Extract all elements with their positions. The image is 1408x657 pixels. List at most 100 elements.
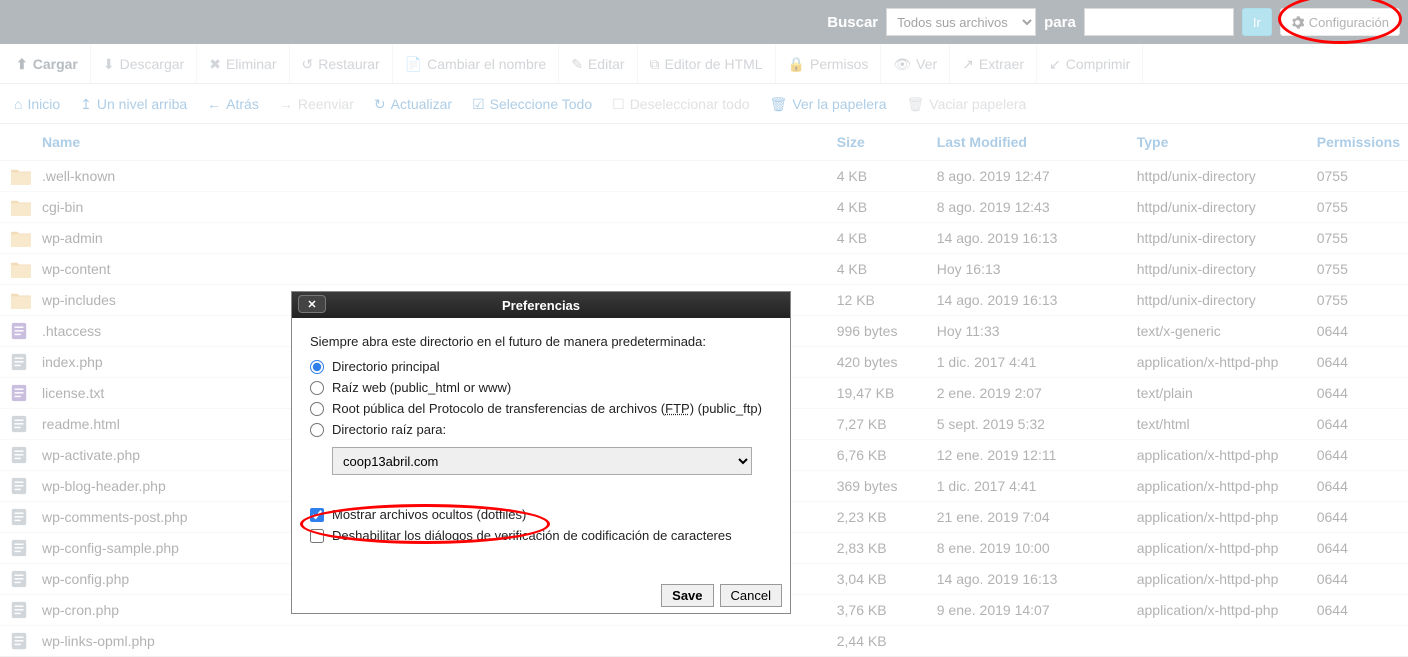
table-row[interactable]: cgi-bin4 KB8 ago. 2019 12:43httpd/unix-d… <box>0 192 1408 223</box>
view-trash-button[interactable]: 🗑Ver la papelera <box>760 84 897 123</box>
edit-button[interactable]: ✎Editar <box>559 44 637 83</box>
cancel-button[interactable]: Cancel <box>720 584 782 607</box>
compress-button[interactable]: ↙Comprimir <box>1037 44 1143 83</box>
file-icon <box>10 446 32 464</box>
col-permissions[interactable]: Permissions <box>1305 124 1408 161</box>
file-icon <box>10 415 32 433</box>
file-name: .htaccess <box>42 323 101 339</box>
dialog-title-bar: ✕ Preferencias <box>292 292 790 318</box>
go-button[interactable]: Ir <box>1242 8 1272 36</box>
file-size: 12 KB <box>825 285 925 316</box>
file-size: 369 bytes <box>825 471 925 502</box>
for-label: para <box>1044 14 1076 31</box>
trash-icon: 🗑 <box>907 97 925 111</box>
reload-icon: ↻ <box>374 97 386 111</box>
upload-button[interactable]: ⬆Cargar <box>4 44 91 83</box>
settings-button[interactable]: Configuración <box>1280 8 1400 36</box>
rename-icon: 📄 <box>405 57 422 71</box>
settings-label: Configuración <box>1309 15 1389 30</box>
reload-button[interactable]: ↻Actualizar <box>364 84 462 123</box>
show-hidden-checkbox[interactable] <box>310 508 324 522</box>
permissions-button[interactable]: 🔒Permisos <box>776 44 882 83</box>
col-name[interactable]: Name <box>0 124 825 161</box>
back-button[interactable]: ←Atrás <box>197 84 269 123</box>
file-icon <box>10 632 32 650</box>
file-perm: 0755 <box>1305 161 1408 192</box>
search-input[interactable] <box>1084 8 1234 36</box>
file-perm: 0755 <box>1305 223 1408 254</box>
file-name: index.php <box>42 354 103 370</box>
dialog-close-button[interactable]: ✕ <box>298 295 326 313</box>
file-size: 2,44 KB <box>825 626 925 657</box>
up-level-button[interactable]: ↥Un nivel arriba <box>70 84 197 123</box>
empty-trash-button[interactable]: 🗑Vaciar papelera <box>897 84 1037 123</box>
folder-icon <box>10 167 32 185</box>
radio-web-root[interactable] <box>310 381 324 395</box>
radio-home-dir[interactable] <box>310 360 324 374</box>
table-row[interactable]: wp-links-opml.php2,44 KB <box>0 626 1408 657</box>
file-type: httpd/unix-directory <box>1125 223 1305 254</box>
disable-encoding-checkbox[interactable] <box>310 529 324 543</box>
nav-toolbar: ⌂Inicio ↥Un nivel arriba ←Atrás →Reenvia… <box>0 84 1408 124</box>
file-perm: 0644 <box>1305 316 1408 347</box>
col-size[interactable]: Size <box>825 124 925 161</box>
file-perm: 0644 <box>1305 502 1408 533</box>
dialog-instruction: Siempre abra este directorio en el futur… <box>310 334 772 349</box>
table-row[interactable]: .well-known4 KB8 ago. 2019 12:47httpd/un… <box>0 161 1408 192</box>
lock-icon: 🔒 <box>788 57 805 71</box>
file-perm: 0644 <box>1305 409 1408 440</box>
file-name: wp-includes <box>42 292 116 308</box>
file-modified: 8 ago. 2019 12:47 <box>925 161 1125 192</box>
radio-web-root-label: Raíz web (public_html or www) <box>332 380 511 395</box>
search-scope-select[interactable]: Todos sus archivos <box>886 8 1036 36</box>
table-row[interactable]: wp-admin4 KB14 ago. 2019 16:13httpd/unix… <box>0 223 1408 254</box>
radio-home-dir-label: Directorio principal <box>332 359 440 374</box>
folder-icon <box>10 198 32 216</box>
save-button[interactable]: Save <box>661 584 713 607</box>
file-type: text/plain <box>1125 378 1305 409</box>
domain-select[interactable]: coop13abril.com <box>332 447 752 475</box>
html-editor-icon: ⧉ <box>650 57 660 71</box>
extract-button[interactable]: ↗Extraer <box>950 44 1037 83</box>
file-type: text/html <box>1125 409 1305 440</box>
table-row[interactable]: wp-content4 KBHoy 16:13httpd/unix-direct… <box>0 254 1408 285</box>
file-size: 4 KB <box>825 192 925 223</box>
file-name: license.txt <box>42 385 104 401</box>
deselect-all-button[interactable]: ☐Deseleccionar todo <box>602 84 759 123</box>
file-icon <box>10 322 32 340</box>
file-modified: 14 ago. 2019 16:13 <box>925 564 1125 595</box>
delete-button[interactable]: ✖Eliminar <box>197 44 289 83</box>
file-type: httpd/unix-directory <box>1125 254 1305 285</box>
radio-domain-root[interactable] <box>310 423 324 437</box>
file-perm: 0755 <box>1305 285 1408 316</box>
file-type: httpd/unix-directory <box>1125 192 1305 223</box>
select-all-icon: ☑ <box>472 97 485 111</box>
file-modified: 14 ago. 2019 16:13 <box>925 285 1125 316</box>
delete-icon: ✖ <box>209 57 221 71</box>
forward-button[interactable]: →Reenviar <box>269 84 364 123</box>
html-editor-button[interactable]: ⧉Editor de HTML <box>638 44 776 83</box>
col-modified[interactable]: Last Modified <box>925 124 1125 161</box>
file-modified: 8 ene. 2019 10:00 <box>925 533 1125 564</box>
rename-button[interactable]: 📄Cambiar el nombre <box>393 44 560 83</box>
action-toolbar: ⬆Cargar ⬇Descargar ✖Eliminar ↺Restaurar … <box>0 44 1408 84</box>
file-name: cgi-bin <box>42 199 83 215</box>
file-type: application/x-httpd-php <box>1125 533 1305 564</box>
col-type[interactable]: Type <box>1125 124 1305 161</box>
deselect-icon: ☐ <box>612 97 625 111</box>
file-icon <box>10 570 32 588</box>
view-button[interactable]: 👁Ver <box>881 44 950 83</box>
file-name: wp-comments-post.php <box>42 509 188 525</box>
file-size: 3,76 KB <box>825 595 925 626</box>
file-name: wp-blog-header.php <box>42 478 166 494</box>
file-modified: 5 sept. 2019 5:32 <box>925 409 1125 440</box>
restore-button[interactable]: ↺Restaurar <box>290 44 393 83</box>
download-button[interactable]: ⬇Descargar <box>91 44 197 83</box>
select-all-button[interactable]: ☑Seleccione Todo <box>462 84 602 123</box>
file-perm: 0644 <box>1305 440 1408 471</box>
file-perm: 0644 <box>1305 347 1408 378</box>
radio-ftp-root[interactable] <box>310 402 324 416</box>
file-modified <box>925 626 1125 657</box>
home-button[interactable]: ⌂Inicio <box>4 84 70 123</box>
file-perm: 0644 <box>1305 595 1408 626</box>
